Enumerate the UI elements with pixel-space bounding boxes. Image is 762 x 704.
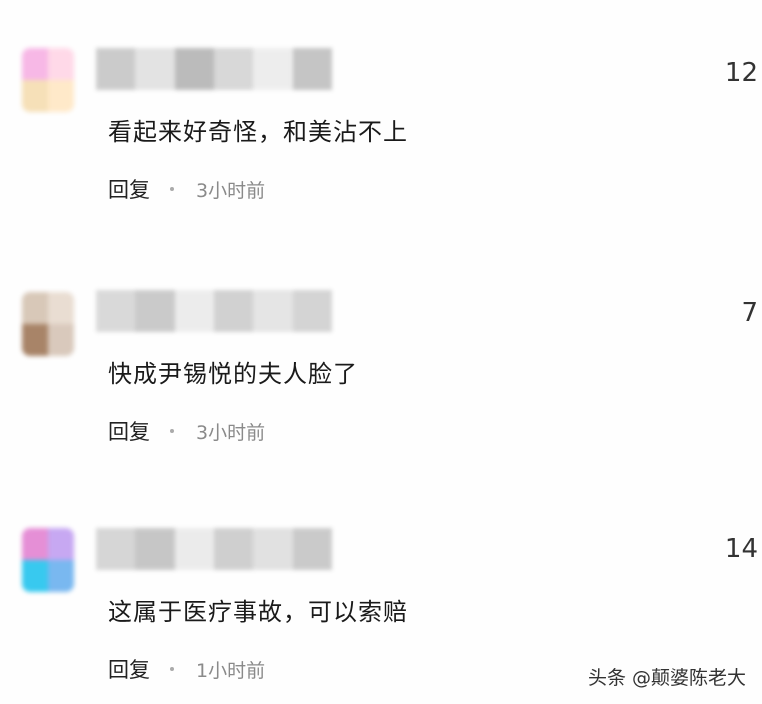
username-pixel (96, 290, 136, 332)
like-count[interactable]: 14 (725, 534, 758, 564)
username-pixel (213, 48, 254, 90)
username-pixel (213, 528, 254, 570)
username-pixel (253, 528, 293, 570)
like-count[interactable]: 7 (741, 298, 758, 328)
comment-meta: 回复 1小时前 (108, 654, 265, 684)
avatar-pixel (22, 80, 48, 112)
username-pixel (135, 290, 175, 332)
username-blurred[interactable] (96, 528, 332, 570)
comment-meta: 回复 3小时前 (108, 174, 265, 204)
username-pixel (96, 48, 136, 90)
username-pixel (174, 290, 214, 332)
timestamp: 3小时前 (196, 421, 266, 444)
comment-list: 12 看起来好奇怪，和美沾不上 回复 3小时前 7 快成尹锡悦的夫人脸了 回复 (0, 0, 762, 704)
like-count[interactable]: 12 (725, 58, 758, 88)
username-pixel (253, 290, 293, 332)
username-pixel (96, 528, 136, 570)
separator-dot (170, 187, 174, 191)
timestamp: 1小时前 (196, 659, 266, 682)
avatar-pixel (48, 80, 74, 112)
avatar[interactable] (22, 528, 74, 592)
username-pixel (174, 48, 214, 90)
avatar-pixel (22, 292, 48, 324)
username-pixel (174, 528, 214, 570)
avatar-pixel (22, 324, 48, 356)
comment-item: 12 看起来好奇怪，和美沾不上 回复 3小时前 (0, 0, 762, 240)
avatar[interactable] (22, 48, 74, 112)
comment-text: 这属于医疗事故，可以索赔 (108, 598, 408, 626)
separator-dot (170, 667, 174, 671)
avatar-pixel (48, 292, 74, 324)
reply-button[interactable]: 回复 (108, 174, 150, 204)
username-blurred[interactable] (96, 48, 332, 90)
comment-text: 看起来好奇怪，和美沾不上 (108, 118, 408, 146)
avatar-pixel (48, 48, 74, 80)
avatar-pixel (48, 324, 74, 356)
avatar[interactable] (22, 292, 74, 356)
avatar-pixel (22, 528, 48, 560)
username-pixel (213, 290, 254, 332)
comment-text: 快成尹锡悦的夫人脸了 (108, 360, 358, 388)
watermark: 头条 @颠婆陈老大 (587, 667, 746, 689)
avatar-pixel (22, 560, 48, 592)
username-pixel (292, 48, 332, 90)
timestamp: 3小时前 (196, 179, 266, 202)
avatar-pixel (48, 528, 74, 560)
reply-button[interactable]: 回复 (108, 654, 150, 684)
avatar-pixel (48, 560, 74, 592)
comment-meta: 回复 3小时前 (108, 416, 265, 446)
avatar-pixel (22, 48, 48, 80)
username-pixel (135, 528, 175, 570)
separator-dot (170, 429, 174, 433)
username-pixel (292, 290, 332, 332)
username-blurred[interactable] (96, 290, 332, 332)
username-pixel (253, 48, 293, 90)
reply-button[interactable]: 回复 (108, 416, 150, 446)
username-pixel (292, 528, 332, 570)
comment-item: 7 快成尹锡悦的夫人脸了 回复 3小时前 (0, 240, 762, 480)
username-pixel (135, 48, 175, 90)
